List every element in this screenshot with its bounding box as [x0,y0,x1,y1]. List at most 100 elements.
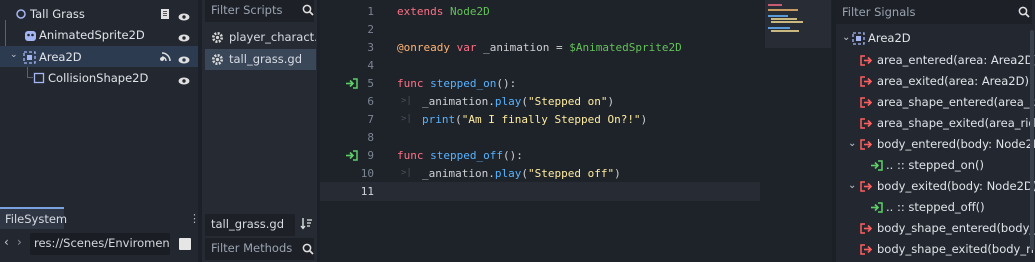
code-text: _animation.play("Stepped on") [422,95,614,108]
signal-item[interactable]: area_exited(area: Area2D) [836,71,1031,92]
plain-token: ( [455,113,462,126]
visibility-eye-icon[interactable] [178,10,190,21]
script-item-tall-grass[interactable]: tall_grass.gd [205,49,316,70]
string-token: "Stepped on" [527,95,608,108]
signal-item[interactable]: body_shape_exited(body_ri... [836,239,1035,260]
scene-node-tall-grass[interactable]: Tall Grass [0,3,198,24]
filter-scripts-input[interactable]: Filter Scripts [205,0,314,22]
filter-signals-placeholder: Filter Signals [842,5,916,19]
script-icon[interactable] [160,8,171,20]
signal-label: area_entered(area: Area2D) [877,53,1035,67]
keyword-token: extends [397,5,444,18]
code-text: func stepped_off(): [397,149,523,162]
signal-icon[interactable] [160,51,172,63]
filter-methods-input[interactable]: Filter Methods [205,238,314,260]
line-number: 4 [367,59,374,72]
line-number: 11 [360,185,374,198]
signal-connection[interactable]: .. :: stepped_on() [836,155,1031,176]
signal-item[interactable]: body_shape_entered(body_... [836,218,1035,239]
plain-token: _animation. [422,167,495,180]
filter-methods-placeholder: Filter Methods [211,241,293,255]
signal-connection[interactable]: .. :: stepped_off() [836,197,1031,218]
chevron-down-icon[interactable]: ⌄ [848,180,856,191]
signals-panel: Filter Signals ⌄ Area2D area_entered(are… [836,0,1035,262]
code-line: 10 >| _animation.play("Stepped off") [320,164,760,183]
line-number: 6 [367,95,374,108]
back-arrow-icon[interactable]: ‹ [4,235,9,249]
current-script-name: tall_grass.gd [211,217,285,231]
signal-icon [860,55,873,66]
visibility-eye-icon[interactable] [178,74,190,85]
signal-item-expanded[interactable]: ⌄ body_entered(body: Node2D... [836,134,1035,155]
signal-group-label: Area2D [868,31,911,45]
scene-node-area2d[interactable]: ⌄ Area2D [0,46,198,67]
signal-group-area2d[interactable]: ⌄ Area2D [836,28,1031,49]
annotation-token: @onready [397,41,450,54]
view-toggle-icon[interactable] [179,238,191,250]
signal-label: body_shape_entered(body_... [877,221,1035,235]
current-script-field: tall_grass.gd [205,214,295,236]
line-number: 10 [360,167,374,180]
scene-node-collision-shape[interactable]: CollisionShape2D [0,67,198,88]
signal-label: area_shape_exited(area_rid... [877,116,1035,130]
collision-shape-icon [32,71,46,85]
filter-scripts-placeholder: Filter Scripts [211,3,283,17]
script-list-panel: Filter Scripts player_charact... tall_gr… [202,0,317,262]
code-editor[interactable]: 1 extends Node2D 2 3 @onready var _anima… [320,0,832,262]
signal-icon [860,223,873,234]
chevron-down-icon[interactable]: ⌄ [10,50,18,60]
gear-icon [211,53,224,66]
chevron-down-icon[interactable]: ⌄ [848,138,856,149]
code-minimap[interactable] [765,0,831,48]
filesystem-tab[interactable]: FileSystem [0,207,67,229]
visibility-eye-icon[interactable] [178,31,190,42]
function-token: play [494,167,522,180]
sort-icon[interactable] [300,217,313,230]
code-text: print("Am I finally Stepped On?!") [422,113,647,126]
code-line: 5 func stepped_on(): [320,74,760,93]
connection-label: .. :: stepped_off() [886,200,985,214]
chevron-down-icon[interactable]: ⌄ [842,32,850,43]
string-token: "Stepped off" [527,167,615,180]
scene-node-label: CollisionShape2D [48,71,149,85]
indent-guide-icon: >| [401,168,412,178]
signal-icon [860,97,873,108]
signal-item[interactable]: area_shape_entered(area_r... [836,92,1035,113]
code-line: 1 extends Node2D [320,2,760,21]
function-token: stepped_off [430,149,503,162]
code-line: 7 >| print("Am I finally Stepped On?!") [320,110,760,129]
signals-scrollbar[interactable] [1030,30,1034,250]
more-options-icon[interactable]: ⋮ [189,212,200,225]
visibility-eye-icon[interactable] [178,53,190,64]
connected-signal-icon [870,160,883,171]
forward-arrow-icon[interactable]: › [17,235,22,249]
line-number: 5 [367,77,374,90]
filesystem-path-field[interactable]: res://Scenes/Enviroment/ta [30,233,170,255]
function-token: stepped_on [430,77,497,90]
line-number: 7 [367,113,374,126]
signal-icon [860,139,873,150]
node2d-icon [14,7,28,21]
code-text: _animation.play("Stepped off") [422,167,621,180]
plain-token: ) [614,167,621,180]
code-text: extends Node2D [397,5,490,18]
line-number: 9 [367,149,374,162]
line-number: 3 [367,41,374,54]
signal-label: area_exited(area: Area2D) [877,74,1029,88]
indent-guide-icon: >| [401,96,412,106]
script-item-player-character[interactable]: player_charact... [205,27,316,48]
gear-icon [211,31,224,44]
plain-token: ( [521,95,528,108]
type-token: Node2D [449,5,490,18]
connection-label: .. :: stepped_on() [886,158,984,172]
plain-token: (): [502,149,523,162]
signal-icon [860,76,873,87]
signal-item[interactable]: area_entered(area: Area2D) [836,50,1035,71]
plain-token: _animation = [476,41,570,54]
signal-label: body_exited(body: Node2D) [877,179,1035,193]
scene-node-animated-sprite[interactable]: AnimatedSprite2D [0,24,198,45]
filter-signals-input[interactable]: Filter Signals [836,0,1032,24]
signal-item-expanded[interactable]: ⌄ body_exited(body: Node2D) [836,176,1035,197]
search-icon [302,243,314,255]
signal-item[interactable]: area_shape_exited(area_rid... [836,113,1035,134]
